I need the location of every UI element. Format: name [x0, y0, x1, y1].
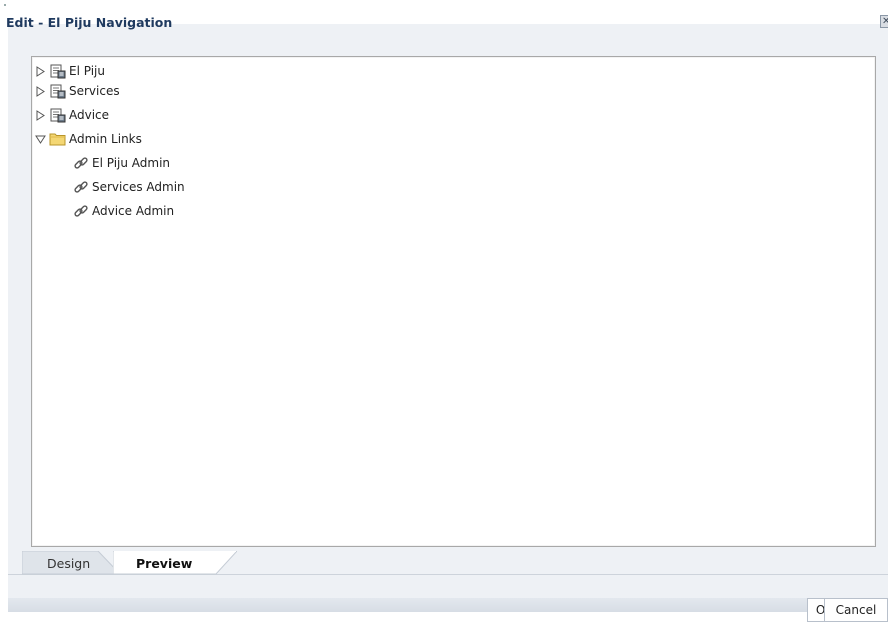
- tab-label: Design: [47, 555, 91, 571]
- tree-item-el-piju[interactable]: El Piju: [34, 61, 105, 81]
- tree-item-services[interactable]: Services: [34, 81, 120, 101]
- page-group-icon: [49, 64, 66, 79]
- tree-item-el-piju-admin[interactable]: El Piju Admin: [72, 153, 170, 173]
- dialog-title: Edit - El Piju Navigation: [6, 15, 173, 30]
- expanded-arrow-icon[interactable]: [34, 132, 47, 146]
- link-icon: [72, 156, 89, 171]
- collapsed-arrow-icon[interactable]: [34, 64, 47, 78]
- tree-item-admin-links[interactable]: Admin Links: [34, 129, 142, 149]
- tree-item-label: Services: [69, 84, 120, 98]
- link-icon: [72, 204, 89, 219]
- collapsed-arrow-icon[interactable]: [34, 84, 47, 98]
- page-group-icon: [49, 108, 66, 123]
- tab-preview[interactable]: Preview: [113, 551, 237, 575]
- tab-design[interactable]: Design: [22, 551, 120, 575]
- close-icon[interactable]: ✕: [880, 15, 888, 28]
- page-group-icon: [49, 84, 66, 99]
- footer-bar: [8, 598, 888, 612]
- navigation-tree: El Piju Services Advice Admin Links El P…: [31, 56, 876, 547]
- corner-mark: [4, 4, 6, 6]
- tree-item-advice[interactable]: Advice: [34, 105, 109, 125]
- tree-item-label: Services Admin: [92, 180, 185, 194]
- tree-item-label: Advice Admin: [92, 204, 175, 218]
- tree-item-label: Advice: [69, 108, 110, 122]
- tab-label: Preview: [136, 555, 193, 571]
- folder-icon: [49, 132, 66, 147]
- link-icon: [72, 180, 89, 195]
- cancel-button[interactable]: Cancel: [824, 598, 888, 622]
- tree-item-label: El Piju: [69, 64, 105, 78]
- tree-item-label: Admin Links: [69, 132, 142, 146]
- tree-item-services-admin[interactable]: Services Admin: [72, 177, 185, 197]
- tree-item-advice-admin[interactable]: Advice Admin: [72, 201, 174, 221]
- collapsed-arrow-icon[interactable]: [34, 108, 47, 122]
- tree-item-label: El Piju Admin: [92, 156, 171, 170]
